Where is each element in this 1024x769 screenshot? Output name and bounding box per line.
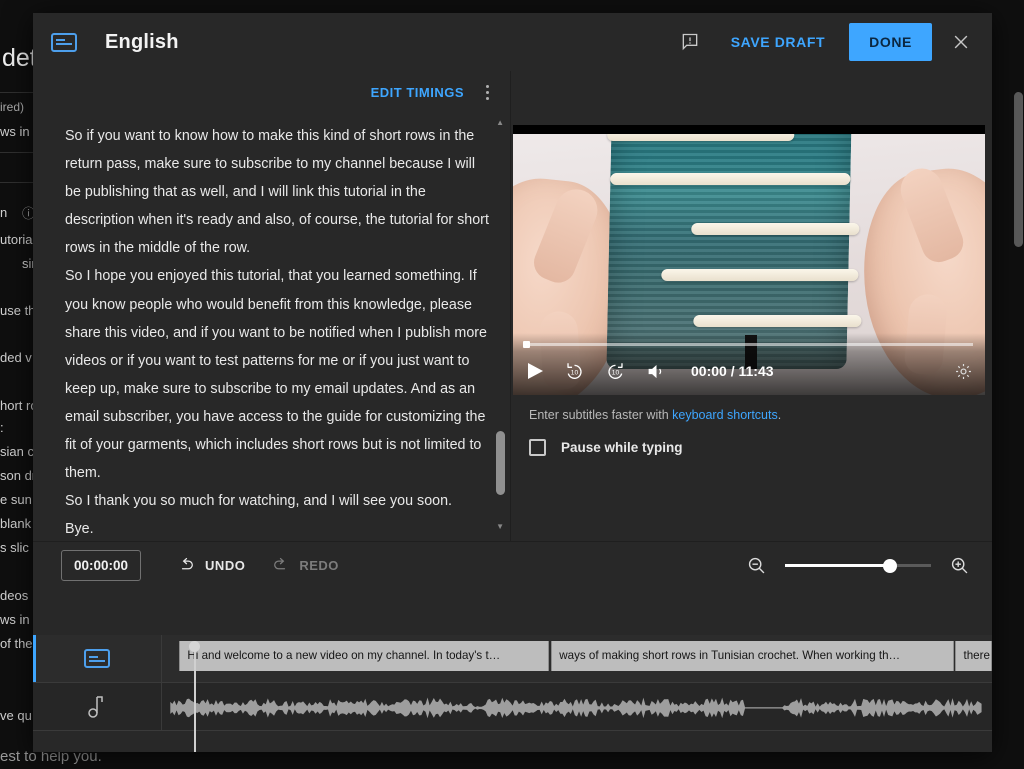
play-icon[interactable] (527, 362, 544, 380)
close-icon[interactable] (944, 25, 978, 59)
video-player-pane: 10 10 00:00 / 11:43 Enter subtitles fast… (511, 71, 992, 541)
background-text-fragment: : (0, 420, 4, 435)
video-controls: 10 10 00:00 / 11:43 (513, 333, 985, 395)
scroll-up-arrow[interactable]: ▲ (496, 119, 504, 127)
redo-label: REDO (299, 558, 339, 573)
audio-waveform (170, 697, 982, 719)
pause-while-typing-checkbox[interactable] (529, 439, 546, 456)
svg-text:10: 10 (612, 369, 620, 376)
music-note-icon (88, 695, 103, 718)
background-text-fragment: ws in (0, 124, 30, 139)
background-text-fragment: deos (0, 588, 29, 603)
background-text-fragment: blank (0, 516, 32, 531)
background-text-fragment: s slic (0, 540, 29, 555)
shortcuts-prefix: Enter subtitles faster with (529, 408, 673, 422)
background-text-fragment: n (0, 205, 8, 220)
video-controls-row: 10 10 00:00 / 11:43 (527, 357, 973, 385)
background-text-fragment: ded v (0, 350, 32, 365)
timeline-toolbar: 00:00:00 UNDO REDO (33, 541, 992, 589)
subtitle-editor-dialog: English SAVE DRAFT DONE EDIT TIMINGS So … (33, 13, 992, 752)
keyboard-shortcuts-hint: Enter subtitles faster with keyboard sho… (529, 408, 781, 422)
pause-while-typing-row[interactable]: Pause while typing (529, 439, 683, 456)
background-text-fragment: hort ro (0, 398, 38, 413)
page-scrollbar-thumb[interactable] (1014, 92, 1023, 247)
redo-button[interactable]: REDO (271, 556, 339, 575)
forward-10-icon[interactable]: 10 (605, 361, 626, 382)
done-button[interactable]: DONE (849, 23, 932, 61)
subtitle-cue[interactable]: ways of making short rows in Tunisian cr… (551, 641, 954, 671)
zoom-out-icon[interactable] (746, 555, 767, 576)
closed-captions-icon (51, 32, 77, 52)
transcript-scrollbar-thumb[interactable] (496, 431, 505, 495)
svg-text:10: 10 (571, 369, 579, 376)
zoom-slider[interactable] (785, 557, 931, 575)
more-vertical-icon[interactable] (476, 79, 498, 107)
feedback-icon[interactable] (675, 27, 705, 57)
subtitle-cue[interactable]: Hi and welcome to a new video on my chan… (179, 641, 549, 671)
background-text-fragment: ired) (0, 100, 25, 114)
subtitle-cue[interactable]: there (955, 641, 992, 671)
transcript-scroll-area[interactable]: So if you want to know how to make this … (33, 114, 510, 541)
undo-button[interactable]: UNDO (177, 556, 245, 575)
audio-waveform-container[interactable] (162, 683, 992, 730)
background-text-fragment: ws in (0, 612, 30, 627)
audio-track-row[interactable] (33, 683, 992, 731)
keyboard-shortcuts-link[interactable]: keyboard shortcuts (672, 408, 778, 422)
page-scrollbar[interactable] (1013, 0, 1024, 769)
pause-while-typing-label: Pause while typing (561, 440, 683, 455)
transcript-editor-pane: EDIT TIMINGS So if you want to know how … (33, 71, 511, 541)
background-text-fragment: utorial (0, 232, 36, 247)
background-text-fragment: son dr (0, 468, 37, 483)
background-text-fragment: use th (0, 303, 36, 318)
undo-label: UNDO (205, 558, 246, 573)
editor-toolbar: EDIT TIMINGS (33, 71, 510, 114)
shortcuts-suffix: . (777, 408, 782, 422)
background-text-fragment: ve qu (0, 708, 32, 723)
current-time-input[interactable]: 00:00:00 (61, 550, 142, 581)
dialog-title: English (105, 30, 179, 53)
video-time-display: 00:00 / 11:43 (691, 363, 774, 379)
gear-icon[interactable] (954, 362, 973, 381)
timeline[interactable]: 00:00:0000:03:0000:06:0000:09:0000:12:41… (33, 635, 992, 752)
video-preview[interactable]: 10 10 00:00 / 11:43 (513, 125, 985, 395)
dialog-header: English SAVE DRAFT DONE (33, 13, 992, 71)
subtitle-track-header (33, 635, 162, 682)
scroll-down-arrow[interactable]: ▼ (496, 523, 504, 531)
zoom-slider-thumb[interactable] (883, 558, 898, 573)
closed-captions-icon (84, 649, 110, 668)
save-draft-button[interactable]: SAVE DRAFT (721, 26, 835, 58)
zoom-slider-filled-track (785, 564, 891, 567)
subtitle-track-row[interactable]: Hi and welcome to a new video on my chan… (33, 635, 992, 683)
edit-timings-button[interactable]: EDIT TIMINGS (363, 79, 472, 106)
zoom-in-icon[interactable] (949, 555, 970, 576)
playhead[interactable] (194, 641, 196, 752)
transcript-scrollbar[interactable]: ▲ ▼ (496, 119, 505, 531)
subtitle-cues-container[interactable]: Hi and welcome to a new video on my chan… (162, 635, 992, 682)
dialog-body: EDIT TIMINGS So if you want to know how … (33, 71, 992, 541)
video-progress-knob[interactable] (523, 341, 530, 348)
playhead-handle[interactable] (189, 641, 200, 652)
transcript-textarea[interactable]: So if you want to know how to make this … (65, 114, 492, 541)
volume-icon[interactable] (646, 361, 667, 382)
video-progress-bar[interactable] (523, 341, 973, 348)
background-text-fragment: sian c (0, 444, 34, 459)
audio-track-header (33, 683, 162, 730)
background-text-fragment: of the (0, 636, 33, 651)
background-text-fragment: e sun (0, 492, 32, 507)
rewind-10-icon[interactable]: 10 (564, 361, 585, 382)
